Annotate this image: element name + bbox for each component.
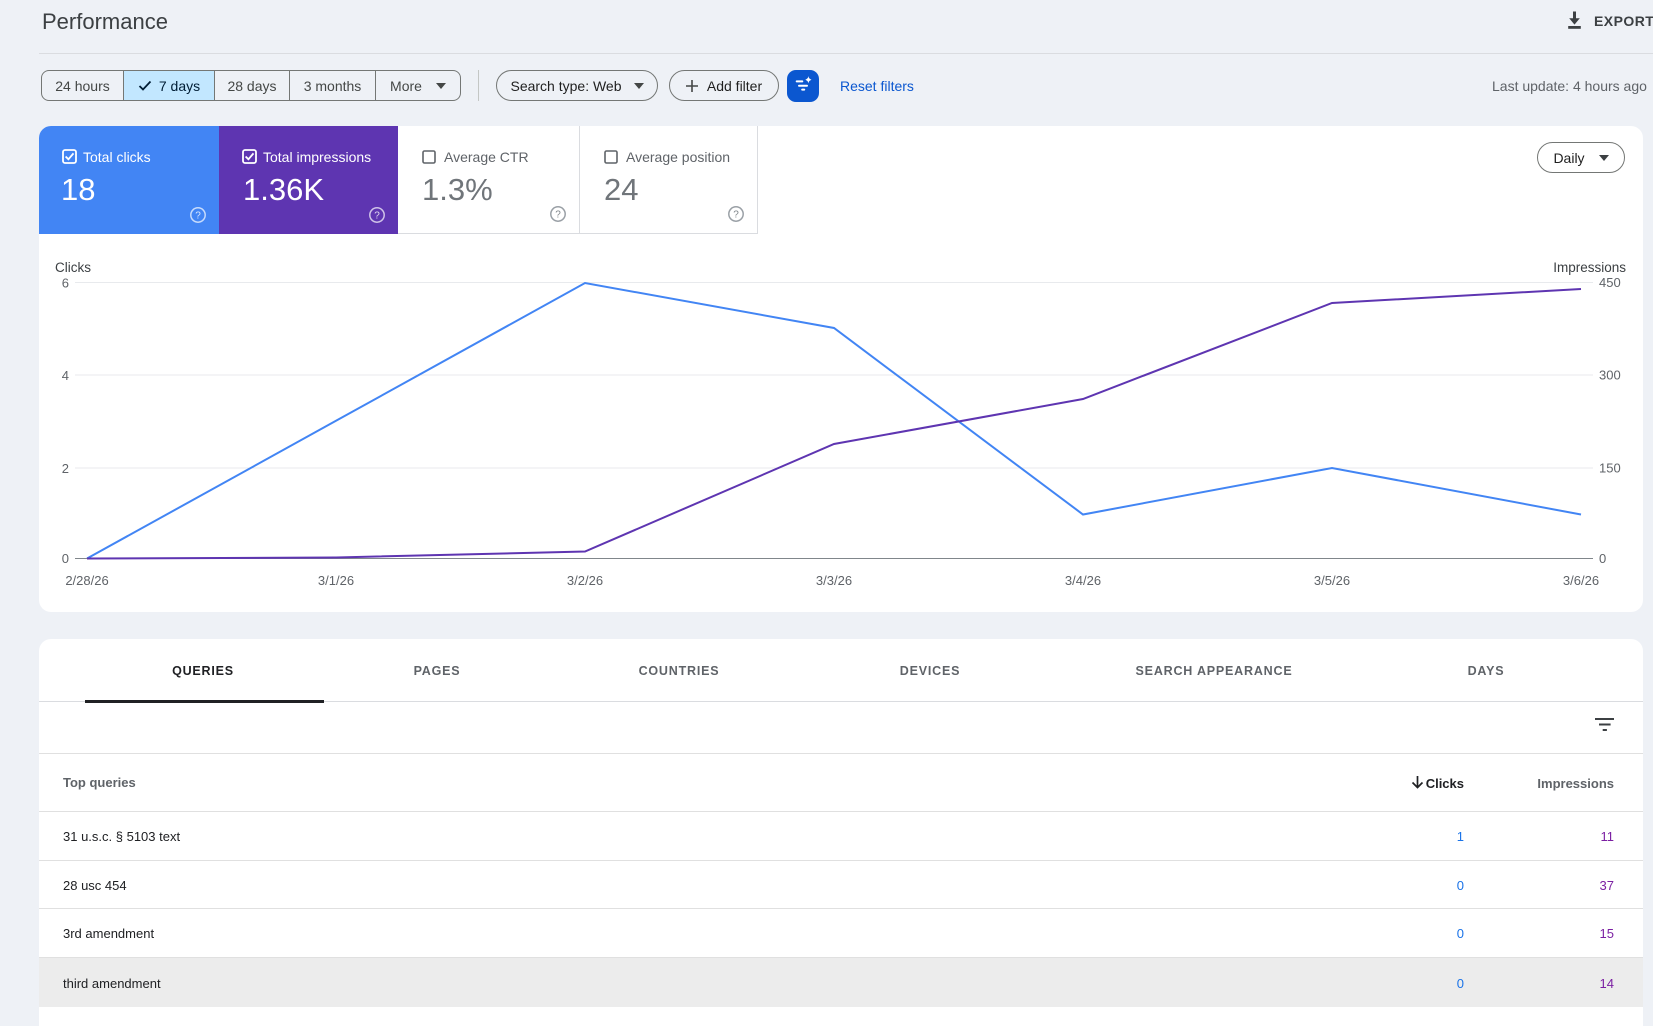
svg-text:4: 4: [62, 368, 69, 383]
svg-text:450: 450: [1599, 275, 1621, 290]
svg-text:3/6/26: 3/6/26: [1563, 573, 1599, 588]
svg-text:3/1/26: 3/1/26: [318, 573, 354, 588]
svg-text:6: 6: [62, 276, 69, 291]
svg-text:Impressions: Impressions: [1553, 260, 1626, 275]
svg-text:150: 150: [1599, 461, 1621, 476]
svg-text:3/4/26: 3/4/26: [1065, 573, 1101, 588]
svg-text:0: 0: [62, 551, 69, 566]
svg-text:2: 2: [62, 461, 69, 476]
svg-text:3/2/26: 3/2/26: [567, 573, 603, 588]
svg-text:Clicks: Clicks: [55, 260, 91, 275]
svg-text:0: 0: [1599, 551, 1606, 566]
svg-text:300: 300: [1599, 368, 1621, 383]
svg-text:2/28/26: 2/28/26: [65, 573, 108, 588]
svg-text:3/5/26: 3/5/26: [1314, 573, 1350, 588]
svg-text:3/3/26: 3/3/26: [816, 573, 852, 588]
